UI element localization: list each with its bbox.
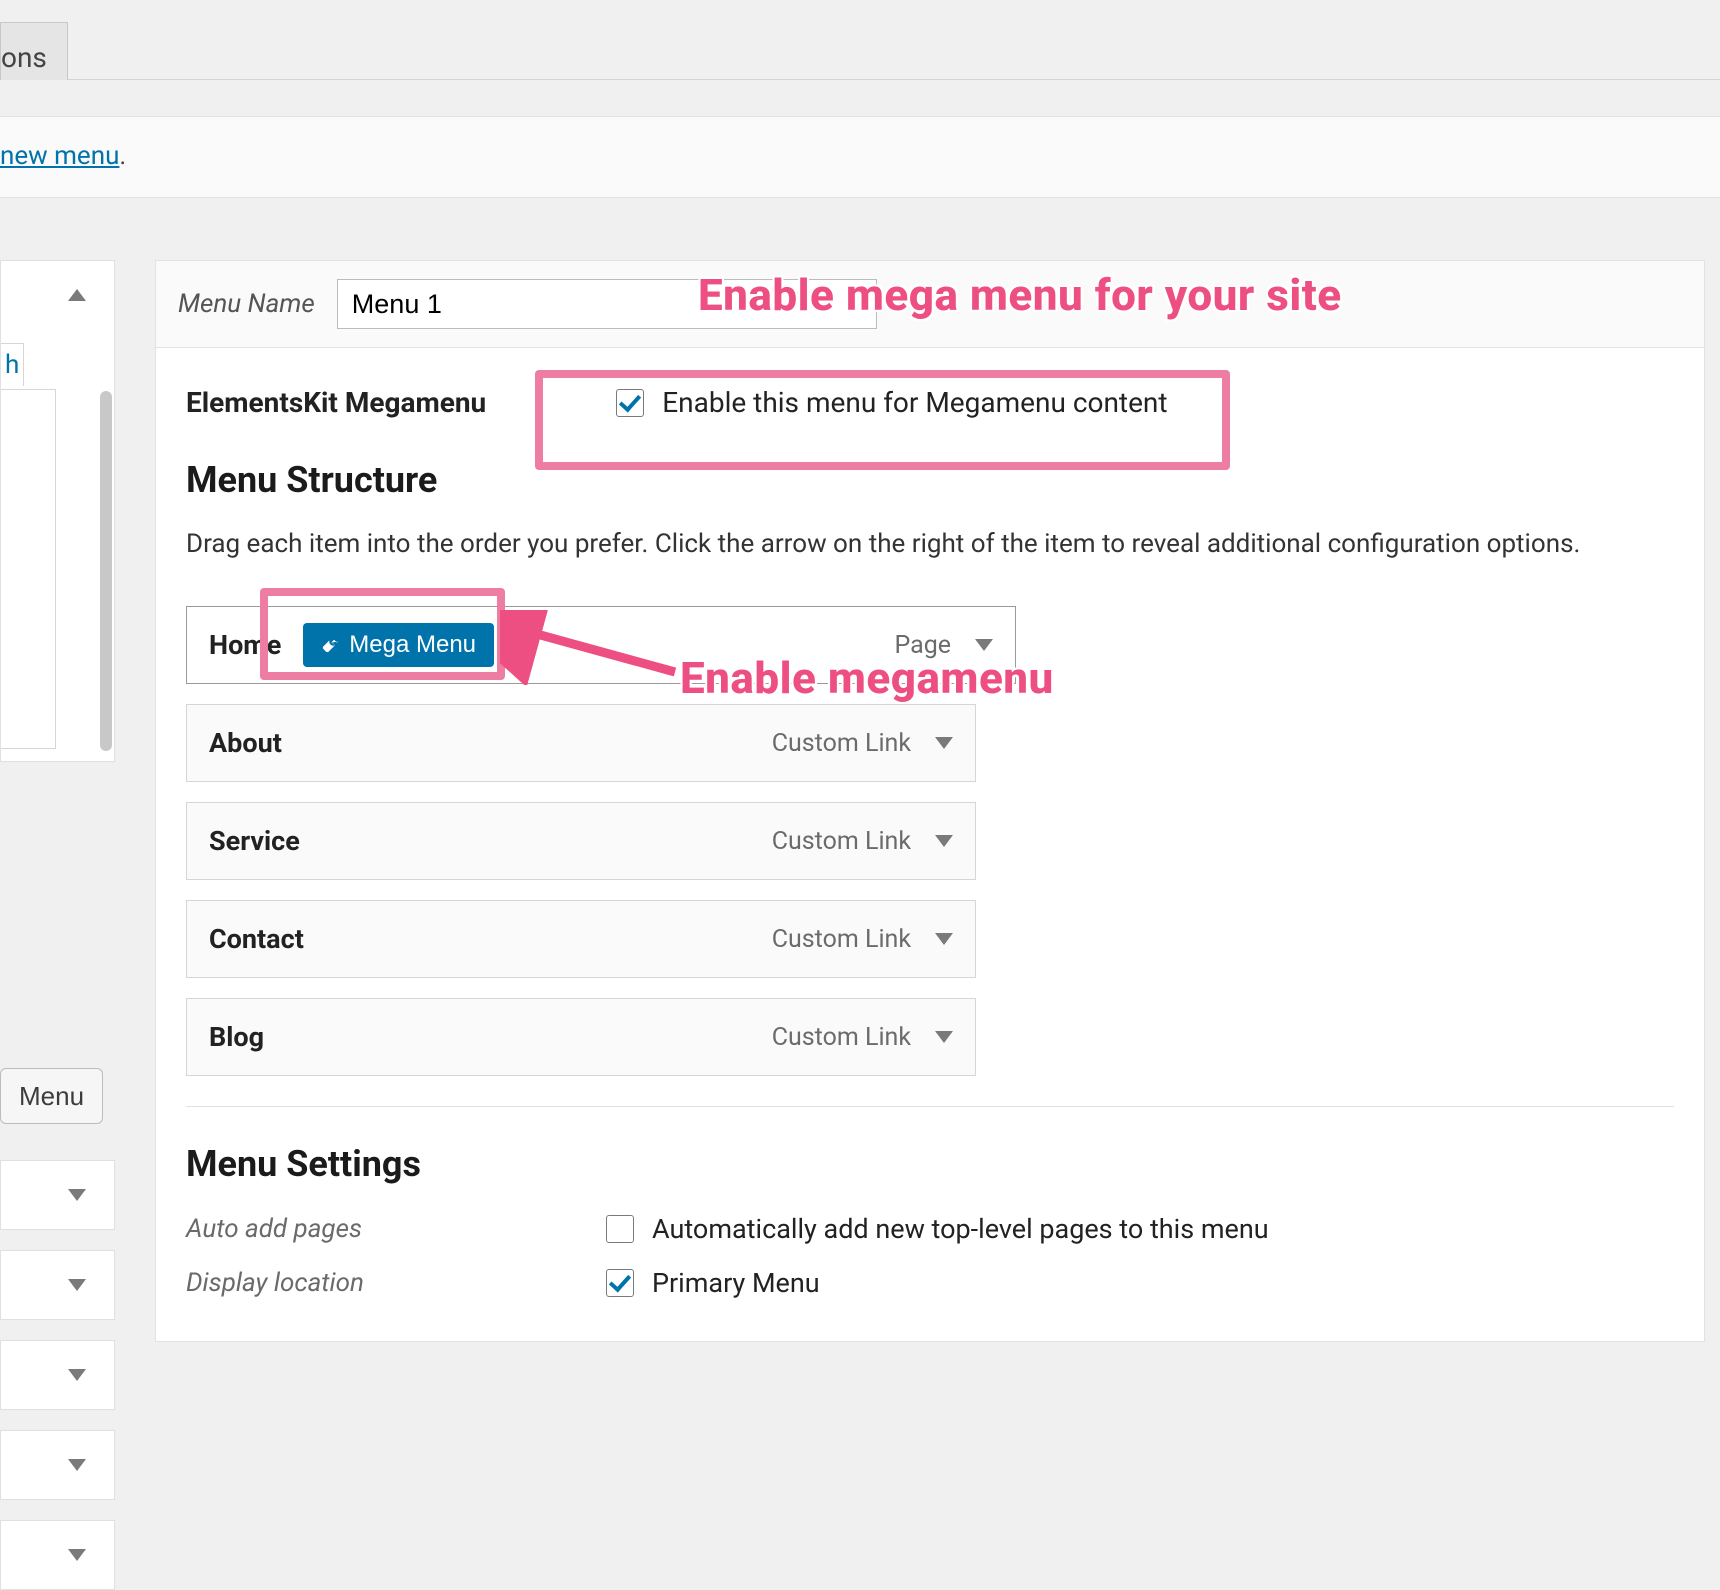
add-to-menu-label: Menu <box>19 1081 84 1111</box>
auto-add-checkbox-wrap[interactable]: Automatically add new top-level pages to… <box>606 1213 1269 1245</box>
menu-item-type: Custom Link <box>772 827 911 856</box>
scrollbar-thumb[interactable] <box>100 391 112 751</box>
notice-trailing: . <box>119 141 126 171</box>
elementskit-row: ElementsKit Megamenu Enable this menu fo… <box>186 386 1674 419</box>
menu-item-title: About <box>209 727 282 759</box>
notice-text: new menu. <box>0 141 126 171</box>
menu-item-type: Page <box>894 631 951 660</box>
items-listbox[interactable] <box>1 389 56 749</box>
menu-structure-heading: Menu Structure <box>186 459 1674 501</box>
enable-megamenu-checkbox[interactable] <box>616 389 644 417</box>
add-items-column: h Menu <box>0 260 115 762</box>
expand-item-icon[interactable] <box>935 835 953 847</box>
menu-item-about[interactable]: About Custom Link <box>186 704 976 782</box>
menu-item-home[interactable]: Home Mega Menu Page <box>186 606 1016 684</box>
menu-item-blog[interactable]: Blog Custom Link <box>186 998 976 1076</box>
accordion-item-3[interactable] <box>0 1340 115 1410</box>
primary-menu-text: Primary Menu <box>652 1267 820 1299</box>
panel-head-expanded[interactable] <box>1 261 114 331</box>
divider <box>186 1106 1674 1107</box>
menu-item-title: Service <box>209 825 300 857</box>
menu-item-title: Home <box>209 629 281 661</box>
menu-name-bar: Menu Name <box>155 260 1705 348</box>
expand-item-icon[interactable] <box>935 1031 953 1043</box>
add-to-menu-button[interactable]: Menu <box>0 1068 103 1124</box>
menu-content-box: ElementsKit Megamenu Enable this menu fo… <box>155 348 1705 1342</box>
create-new-menu-link[interactable]: new menu <box>0 141 119 171</box>
tab-label: ons <box>1 41 47 74</box>
main-content: Menu Name ElementsKit Megamenu Enable th… <box>155 260 1705 1342</box>
menu-name-input[interactable] <box>337 279 877 329</box>
menu-item-service[interactable]: Service Custom Link <box>186 802 976 880</box>
menu-item-title: Blog <box>209 1021 264 1053</box>
setting-label: Auto add pages <box>186 1214 606 1244</box>
mega-menu-button[interactable]: Mega Menu <box>303 623 494 667</box>
setting-display-location: Display location Primary Menu <box>186 1267 1674 1299</box>
caret-down-icon <box>68 1279 86 1291</box>
elementskit-label: ElementsKit Megamenu <box>186 386 486 419</box>
menu-item-type: Custom Link <box>772 729 911 758</box>
menu-item-type: Custom Link <box>772 1023 911 1052</box>
notice-bar: new menu. <box>0 116 1720 198</box>
add-items-panel: h <box>0 260 115 762</box>
mega-menu-button-label: Mega Menu <box>349 631 476 659</box>
menu-item-contact[interactable]: Contact Custom Link <box>186 900 976 978</box>
accordion-item-4[interactable] <box>0 1430 115 1500</box>
menu-items-list: Home Mega Menu Page About Custom Li <box>186 606 976 1076</box>
auto-add-text: Automatically add new top-level pages to… <box>652 1213 1269 1245</box>
menu-item-title: Contact <box>209 923 304 955</box>
screen-tabs: ons <box>0 0 1720 80</box>
menu-item-type: Custom Link <box>772 925 911 954</box>
expand-item-icon[interactable] <box>975 639 993 651</box>
accordion-item-5[interactable] <box>0 1520 115 1590</box>
expand-item-icon[interactable] <box>935 933 953 945</box>
menu-name-label: Menu Name <box>178 289 315 319</box>
setting-label: Display location <box>186 1268 606 1298</box>
enable-megamenu-wrap[interactable]: Enable this menu for Megamenu content <box>616 386 1167 419</box>
panel-subtab[interactable]: h <box>1 343 24 386</box>
caret-down-icon <box>68 1369 86 1381</box>
enable-megamenu-text: Enable this menu for Megamenu content <box>662 386 1167 419</box>
caret-down-icon <box>68 1459 86 1471</box>
primary-menu-checkbox-wrap[interactable]: Primary Menu <box>606 1267 820 1299</box>
caret-down-icon <box>68 1189 86 1201</box>
accordion-item-2[interactable] <box>0 1250 115 1320</box>
menu-settings-heading: Menu Settings <box>186 1143 1674 1185</box>
expand-item-icon[interactable] <box>935 737 953 749</box>
accordion-item-1[interactable] <box>0 1160 115 1230</box>
wrench-icon <box>321 636 339 654</box>
caret-up-icon <box>68 289 86 301</box>
primary-menu-checkbox[interactable] <box>606 1269 634 1297</box>
menu-structure-help: Drag each item into the order you prefer… <box>186 525 1674 564</box>
caret-down-icon <box>68 1549 86 1561</box>
setting-auto-add: Auto add pages Automatically add new top… <box>186 1213 1674 1245</box>
panel-body: h <box>1 331 114 761</box>
auto-add-checkbox[interactable] <box>606 1215 634 1243</box>
add-to-menu-wrap: Menu <box>0 1068 115 1130</box>
tab-partial[interactable]: ons <box>0 22 68 80</box>
